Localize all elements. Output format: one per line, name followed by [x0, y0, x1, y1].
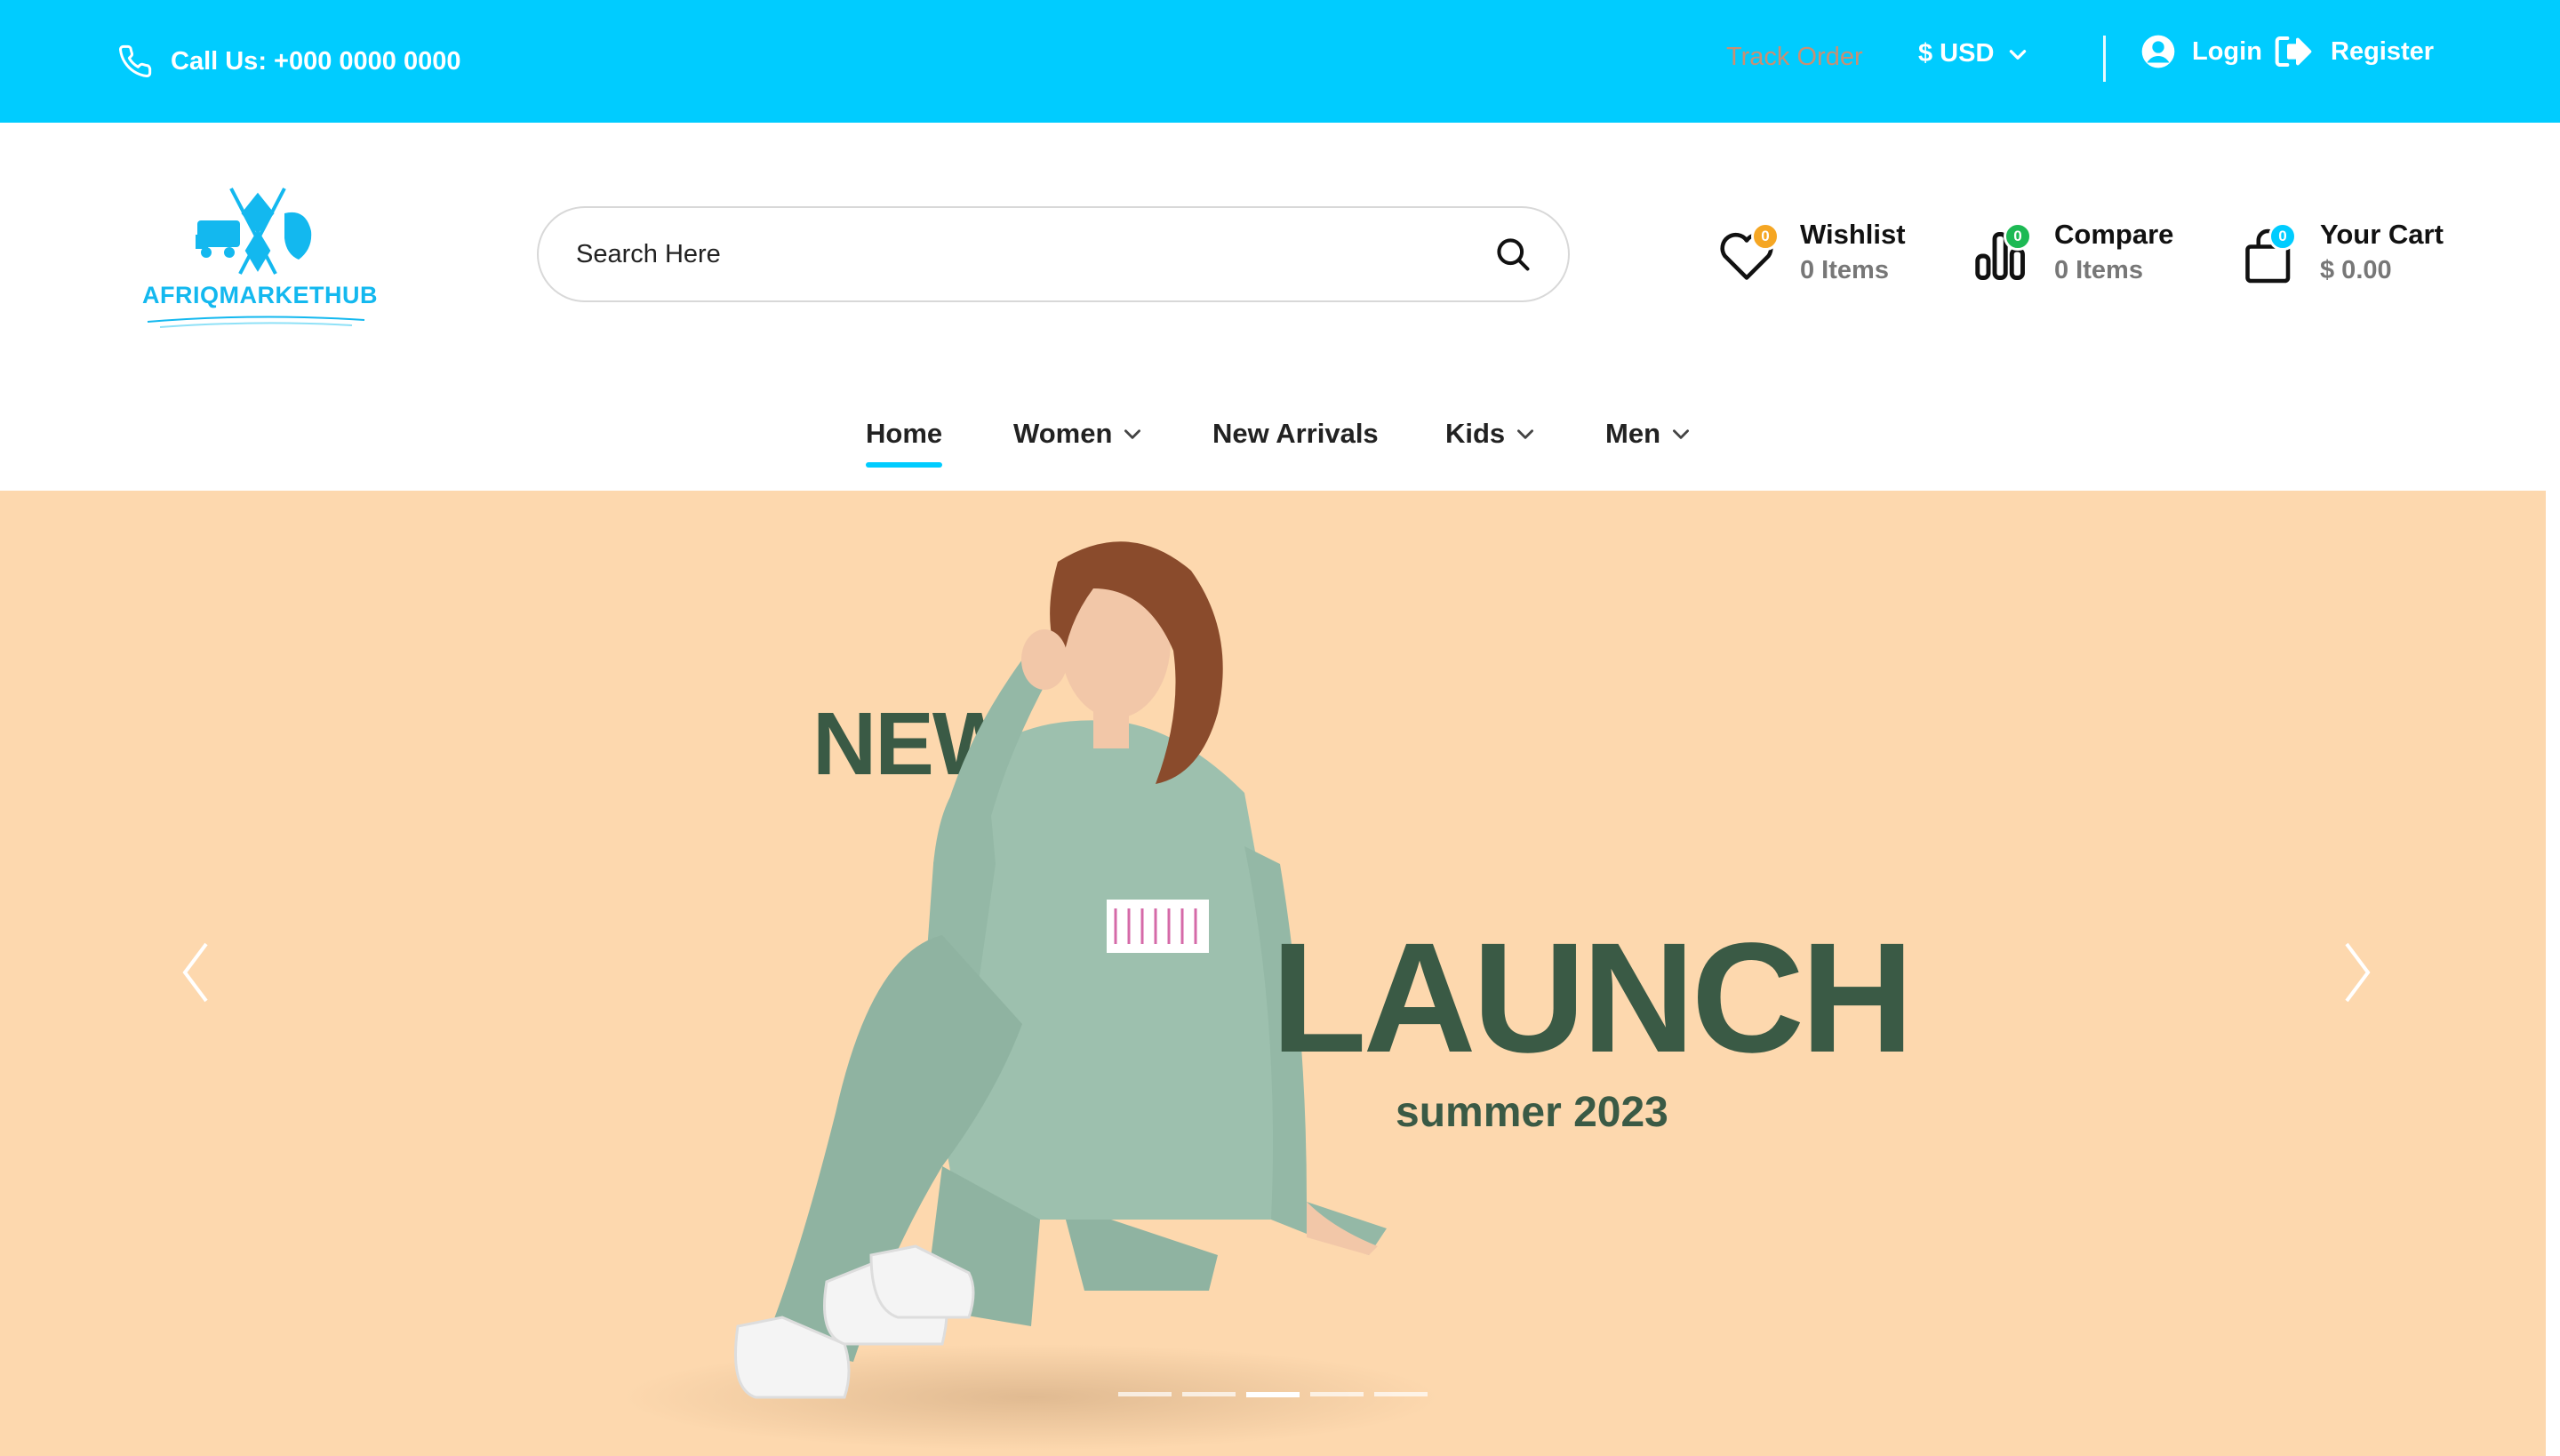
wishlist-count: 0 Items: [1800, 256, 1889, 284]
nav-new-arrivals-label: New Arrivals: [1212, 418, 1379, 449]
cart-total: $ 0.00: [2320, 256, 2392, 284]
slider-dot-3[interactable]: [1246, 1392, 1300, 1397]
wishlist-title: Wishlist: [1800, 219, 1906, 250]
logo-text: AFRIQMARKETHUB: [142, 282, 378, 308]
search-icon[interactable]: [1493, 235, 1532, 274]
register-label: Register: [2331, 36, 2435, 66]
login-label: Login: [2192, 36, 2262, 66]
nav-home[interactable]: Home: [866, 418, 942, 450]
nav-home-label: Home: [866, 418, 943, 449]
search-bar: [537, 206, 1570, 302]
phone-icon: [119, 44, 152, 77]
hero-subhead: summer 2023: [1396, 1089, 1668, 1136]
compare-link[interactable]: 0 Compare 0 Items: [1970, 213, 2174, 302]
hero-headline-launch: LAUNCH: [1271, 911, 1914, 1085]
chevron-down-icon: [1673, 429, 1689, 439]
nav-women-label: Women: [1013, 418, 1113, 449]
search-input[interactable]: [574, 208, 1463, 300]
login-link[interactable]: Login: [2140, 34, 2262, 69]
chevron-down-icon: [1124, 429, 1141, 439]
nav-men[interactable]: Men: [1605, 418, 1692, 450]
logo-swoosh-icon: [147, 316, 365, 328]
nav-kids[interactable]: Kids: [1445, 418, 1537, 450]
top-bar: Call Us: +000 0000 0000 Track Order $ US…: [0, 0, 2560, 123]
nav-women[interactable]: Women: [1013, 418, 1144, 450]
wishlist-link[interactable]: 0 Wishlist 0 Items: [1716, 213, 1911, 302]
register-link[interactable]: Register: [2274, 34, 2434, 69]
cart-count-badge: 0: [2268, 222, 2297, 251]
slider-dot-4[interactable]: [1310, 1392, 1364, 1396]
nav-kids-label: Kids: [1445, 418, 1506, 449]
call-us[interactable]: Call Us: +000 0000 0000: [117, 0, 461, 123]
sign-in-icon: [2275, 36, 2312, 67]
compare-count-badge: 0: [2004, 222, 2032, 251]
slider-pagination: [1118, 1392, 1428, 1397]
logo-emblem-icon: [196, 188, 312, 275]
slider-dot-2[interactable]: [1182, 1392, 1236, 1396]
cart-link[interactable]: 0 Your Cart $ 0.00: [2238, 213, 2452, 302]
main-nav: Home Women New Arrivals Kids Men: [0, 409, 2560, 480]
slider-next-arrow-icon[interactable]: [2340, 937, 2375, 1008]
chevron-down-icon: [1517, 429, 1534, 439]
call-us-text: Call Us: +000 0000 0000: [171, 46, 461, 76]
nav-active-indicator: [866, 462, 942, 468]
compare-count: 0 Items: [2054, 256, 2143, 284]
nav-new-arrivals[interactable]: New Arrivals: [1212, 418, 1379, 450]
compare-title: Compare: [2054, 219, 2174, 250]
wishlist-count-badge: 0: [1751, 222, 1780, 251]
slider-prev-arrow-icon[interactable]: [178, 937, 213, 1008]
user-circle-icon: [2141, 35, 2175, 68]
slider-dot-5[interactable]: [1374, 1392, 1428, 1396]
chevron-down-icon: [2010, 49, 2027, 60]
divider: [2103, 36, 2106, 82]
track-order-link[interactable]: Track Order: [1726, 43, 1863, 72]
site-logo[interactable]: AFRIQMARKETHUB: [142, 178, 378, 338]
slider-dot-1[interactable]: [1118, 1392, 1172, 1396]
cart-title: Your Cart: [2320, 219, 2444, 250]
currency-label: $ USD: [1918, 39, 1995, 68]
hero-slider: NEW LAUNCH summer 2023: [0, 491, 2546, 1456]
nav-men-label: Men: [1605, 418, 1660, 449]
currency-selector[interactable]: $ USD: [1918, 39, 2029, 68]
